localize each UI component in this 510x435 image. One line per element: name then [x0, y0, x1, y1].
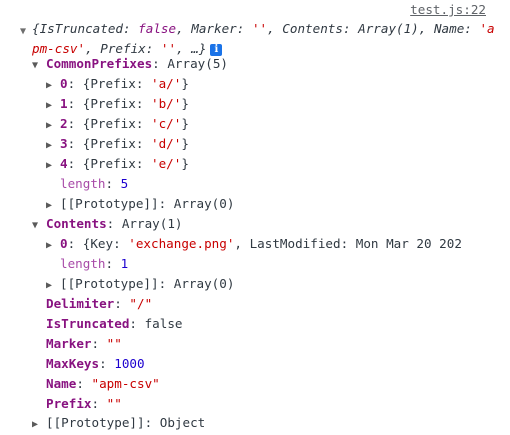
tree-node-prefix-item[interactable]: ▶ 2: {Prefix: 'c/'}: [46, 114, 189, 134]
item-value: 'exchange.png': [128, 236, 235, 251]
summary-sep: ,: [418, 21, 434, 36]
property-value: 1000: [114, 356, 145, 371]
property-key: IsTruncated: [46, 316, 130, 331]
tree-node-contents-item[interactable]: ▶ 0: {Key: 'exchange.png', LastModified: …: [46, 234, 462, 254]
expand-arrow-icon[interactable]: ▶: [46, 196, 60, 216]
array-index: 3: [60, 136, 68, 151]
tree-node-prefix-item[interactable]: ▶ 1: {Prefix: 'b/'}: [46, 94, 189, 114]
tree-node-common-prefixes[interactable]: ▼ CommonPrefixes: Array(5): [32, 54, 228, 74]
expand-arrow-icon[interactable]: ▶: [46, 156, 60, 176]
tree-node-length: length: 5: [60, 176, 129, 191]
item-label: {Prefix:: [82, 76, 152, 91]
tree-node-root-prototype[interactable]: ▶ [[Prototype]]: Object: [32, 413, 205, 433]
property-key: Name: [46, 376, 77, 391]
summary-value: false: [138, 21, 177, 36]
property-value: Array(0): [173, 196, 235, 211]
expand-arrow-icon[interactable]: ▶: [46, 96, 60, 116]
property-value: "": [106, 396, 122, 411]
tree-node-max-keys: MaxKeys: 1000: [46, 356, 145, 371]
array-index: 2: [60, 116, 68, 131]
item-value: 'd/': [151, 136, 182, 151]
tree-node-prototype[interactable]: ▶ [[Prototype]]: Array(0): [46, 194, 234, 214]
item-label: , LastModified:: [234, 236, 356, 251]
tree-node-contents[interactable]: ▼ Contents: Array(1): [32, 214, 183, 234]
property-type: Array(5): [167, 56, 228, 71]
expand-arrow-icon[interactable]: ▶: [46, 76, 60, 96]
property-value: "/": [129, 296, 153, 311]
property-key: Contents: [46, 216, 107, 231]
object-summary[interactable]: {IsTruncated: false, Marker: '', Content…: [32, 19, 498, 59]
tree-node-marker: Marker: "": [46, 336, 122, 351]
item-value: 'c/': [151, 116, 182, 131]
item-value: Mon Mar 20 202: [355, 236, 462, 251]
item-value: 'b/': [151, 96, 182, 111]
property-value: Object: [159, 415, 206, 430]
property-value: 1: [120, 256, 129, 271]
summary-sep: ,: [176, 21, 192, 36]
property-value: false: [144, 316, 183, 331]
property-key: [[Prototype]]: [60, 276, 159, 291]
item-value: 'a/': [151, 76, 182, 91]
item-label: {Prefix:: [82, 96, 152, 111]
item-label: {Prefix:: [82, 116, 152, 131]
collapse-arrow-icon[interactable]: ▼: [32, 216, 46, 236]
property-key: Delimiter: [46, 296, 115, 311]
tree-node-prefix-item[interactable]: ▶ 3: {Prefix: 'd/'}: [46, 134, 189, 154]
expand-arrow-icon[interactable]: ▶: [46, 236, 60, 256]
property-value: "apm-csv": [91, 376, 160, 391]
expand-arrow-icon[interactable]: ▶: [32, 415, 46, 435]
item-label: {Key:: [82, 236, 129, 251]
summary-key: Marker:: [191, 21, 252, 36]
property-value: "": [106, 336, 122, 351]
property-key: [[Prototype]]: [46, 415, 145, 430]
tree-node-prefix: Prefix: "": [46, 396, 122, 411]
property-key: [[Prototype]]: [60, 196, 159, 211]
property-key: length: [60, 176, 106, 191]
tree-node-prototype[interactable]: ▶ [[Prototype]]: Array(0): [46, 274, 234, 294]
item-close: }: [181, 76, 189, 91]
item-close: }: [181, 96, 189, 111]
property-type: Array(1): [121, 216, 183, 231]
tree-node-delimiter: Delimiter: "/": [46, 296, 153, 311]
summary-open: {: [32, 21, 40, 36]
array-index: 0: [60, 236, 68, 251]
tree-node-prefix-item[interactable]: ▶ 4: {Prefix: 'e/'}: [46, 154, 189, 174]
item-label: {Prefix:: [82, 136, 152, 151]
tree-node-prefix-item[interactable]: ▶ 0: {Prefix: 'a/'}: [46, 74, 189, 94]
summary-value: Array(1): [358, 21, 419, 36]
source-link[interactable]: test.js:22: [410, 2, 486, 17]
property-value: Array(0): [173, 276, 235, 291]
expand-arrow-icon[interactable]: ▶: [46, 136, 60, 156]
collapse-arrow-icon[interactable]: ▼: [32, 56, 46, 76]
property-key: Prefix: [46, 396, 92, 411]
array-index: 4: [60, 156, 68, 171]
item-close: }: [181, 116, 189, 131]
tree-node-name: Name: "apm-csv": [46, 376, 160, 391]
summary-key: Name:: [433, 21, 480, 36]
summary-sep: ,: [267, 21, 283, 36]
expand-toggle-root[interactable]: ▼: [18, 26, 28, 37]
item-value: 'e/': [151, 156, 182, 171]
property-key: length: [60, 256, 106, 271]
item-close: }: [181, 136, 189, 151]
item-close: }: [181, 156, 189, 171]
property-key: MaxKeys: [46, 356, 100, 371]
property-key: CommonPrefixes: [46, 56, 153, 71]
array-index: 0: [60, 76, 68, 91]
tree-node-is-truncated: IsTruncated: false: [46, 316, 183, 331]
summary-key: IsTruncated:: [39, 21, 139, 36]
array-index: 1: [60, 96, 68, 111]
item-label: {Prefix:: [82, 156, 152, 171]
expand-arrow-icon[interactable]: ▶: [46, 116, 60, 136]
property-value: 5: [120, 176, 129, 191]
summary-key: Contents:: [282, 21, 359, 36]
expand-arrow-icon[interactable]: ▶: [46, 276, 60, 296]
property-key: Marker: [46, 336, 92, 351]
tree-node-length: length: 1: [60, 256, 129, 271]
summary-value: '': [251, 21, 268, 36]
